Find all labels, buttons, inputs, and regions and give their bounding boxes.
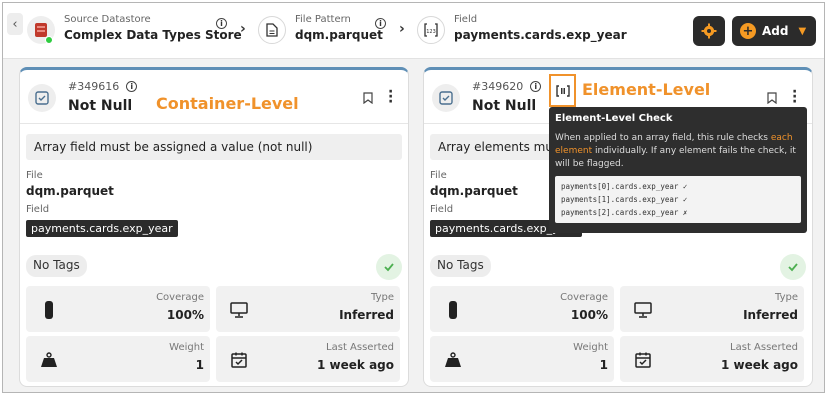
gear-icon [701, 23, 717, 39]
code-line: payments[2].cards.exp_year ✗ [561, 208, 688, 217]
success-icon [780, 254, 806, 280]
type-value: Inferred [339, 308, 394, 322]
weight-label: Weight [573, 342, 608, 353]
field-label: Field [454, 14, 478, 25]
chevron-right-icon: › [399, 21, 405, 37]
tooltip-title: Element-Level Check [555, 113, 673, 124]
type-label: Type [775, 292, 798, 303]
back-button[interactable]: ‹ [7, 13, 23, 35]
element-level-icon[interactable] [549, 74, 576, 107]
success-icon [376, 254, 402, 280]
datastore-name: Complex Data Types Store [64, 28, 242, 42]
level-annotation: Element-Level [582, 80, 711, 99]
calendar-check-icon [632, 349, 654, 371]
check-card[interactable]: #349616 i Not Null Container-Level · · · A… [19, 67, 409, 387]
settings-button[interactable] [693, 16, 725, 46]
rule-name: Not Null [68, 98, 133, 114]
coverage-stat: Coverage 100% [26, 286, 210, 332]
file-pattern-label: File Pattern [295, 14, 351, 25]
field-label: Field [26, 204, 50, 215]
file-value: dqm.parquet [26, 184, 114, 198]
app-frame: ‹ Source Datastore Complex Data Types St… [2, 2, 825, 393]
check-icon [432, 84, 460, 112]
calendar-check-icon [228, 349, 250, 371]
last-asserted-stat: Last Asserted 1 week ago [620, 336, 804, 382]
more-options-icon[interactable]: · · · [792, 85, 797, 109]
coverage-value: 100% [166, 308, 204, 322]
weight-value: 1 [599, 358, 608, 372]
rule-name: Not Null [472, 98, 537, 114]
field-chip[interactable]: payments.cards.exp_year [26, 220, 178, 237]
datastore-icon [27, 16, 55, 44]
file-value: dqm.parquet [430, 184, 518, 198]
last-asserted-value: 1 week ago [317, 358, 394, 372]
file-label: File [430, 170, 447, 181]
coverage-label: Coverage [560, 292, 608, 303]
add-button-label: Add [762, 24, 789, 38]
coverage-stat: Coverage 100% [430, 286, 614, 332]
coverage-icon [38, 299, 60, 321]
tooltip-code-example: payments[0].cards.exp_year ✓ payments[1]… [555, 176, 801, 223]
datastore-label: Source Datastore [64, 14, 151, 25]
coverage-icon [442, 299, 464, 321]
field-label: Field [430, 204, 454, 215]
file-icon [258, 16, 286, 44]
svg-text:123: 123 [426, 29, 436, 35]
breadcrumb-datastore[interactable]: Source Datastore Complex Data Types Stor… [64, 14, 242, 48]
code-line: payments[1].cards.exp_year ✓ [561, 195, 688, 204]
coverage-value: 100% [570, 308, 608, 322]
header-bar: ‹ Source Datastore Complex Data Types St… [3, 3, 824, 59]
rule-description: Array field must be assigned a value (no… [26, 134, 402, 160]
coverage-label: Coverage [156, 292, 204, 303]
rule-id: #349620 i [472, 80, 542, 93]
last-asserted-value: 1 week ago [721, 358, 798, 372]
element-level-tooltip: Element-Level Check When applied to an a… [549, 107, 807, 233]
last-asserted-label: Last Asserted [326, 342, 394, 353]
type-label: Type [371, 292, 394, 303]
plus-icon: + [740, 23, 756, 39]
code-line: payments[0].cards.exp_year ✓ [561, 182, 688, 191]
info-icon[interactable]: i [126, 81, 138, 92]
type-stat: Type Inferred [620, 286, 804, 332]
file-label: File [26, 170, 43, 181]
tooltip-body: When applied to an array field, this rul… [555, 133, 796, 169]
weight-stat: Weight 1 [430, 336, 614, 382]
weight-label: Weight [169, 342, 204, 353]
breadcrumb-field[interactable]: Field payments.cards.exp_year [454, 14, 627, 48]
last-asserted-label: Last Asserted [730, 342, 798, 353]
last-asserted-stat: Last Asserted 1 week ago [216, 336, 400, 382]
level-annotation: Container-Level [156, 94, 299, 113]
bookmark-icon[interactable] [363, 92, 373, 104]
monitor-icon [228, 299, 250, 321]
weight-icon [38, 349, 60, 371]
weight-stat: Weight 1 [26, 336, 210, 382]
chevron-right-icon: › [240, 21, 246, 37]
rule-id: #349616 i [68, 80, 138, 93]
monitor-icon [632, 299, 654, 321]
weight-icon [442, 349, 464, 371]
field-name: payments.cards.exp_year [454, 28, 627, 42]
type-value: Inferred [743, 308, 798, 322]
tags-badge[interactable]: No Tags [26, 255, 87, 277]
add-button[interactable]: + Add ▼ [732, 16, 816, 46]
file-pattern-name: dqm.parquet [295, 28, 383, 42]
field-type-icon: 123 [417, 16, 445, 44]
more-options-icon[interactable]: · · · [388, 85, 393, 109]
bookmark-icon[interactable] [767, 92, 777, 104]
chevron-down-icon: ▼ [798, 25, 807, 37]
card-header: #349616 i Not Null Container-Level · · · [20, 70, 408, 124]
type-stat: Type Inferred [216, 286, 400, 332]
info-icon[interactable]: i [216, 18, 227, 29]
weight-value: 1 [195, 358, 204, 372]
breadcrumb-file-pattern[interactable]: File Pattern dqm.parquet [295, 14, 383, 48]
check-icon [28, 84, 56, 112]
tags-badge[interactable]: No Tags [430, 255, 491, 277]
info-icon[interactable]: i [375, 18, 386, 29]
info-icon[interactable]: i [530, 81, 542, 92]
